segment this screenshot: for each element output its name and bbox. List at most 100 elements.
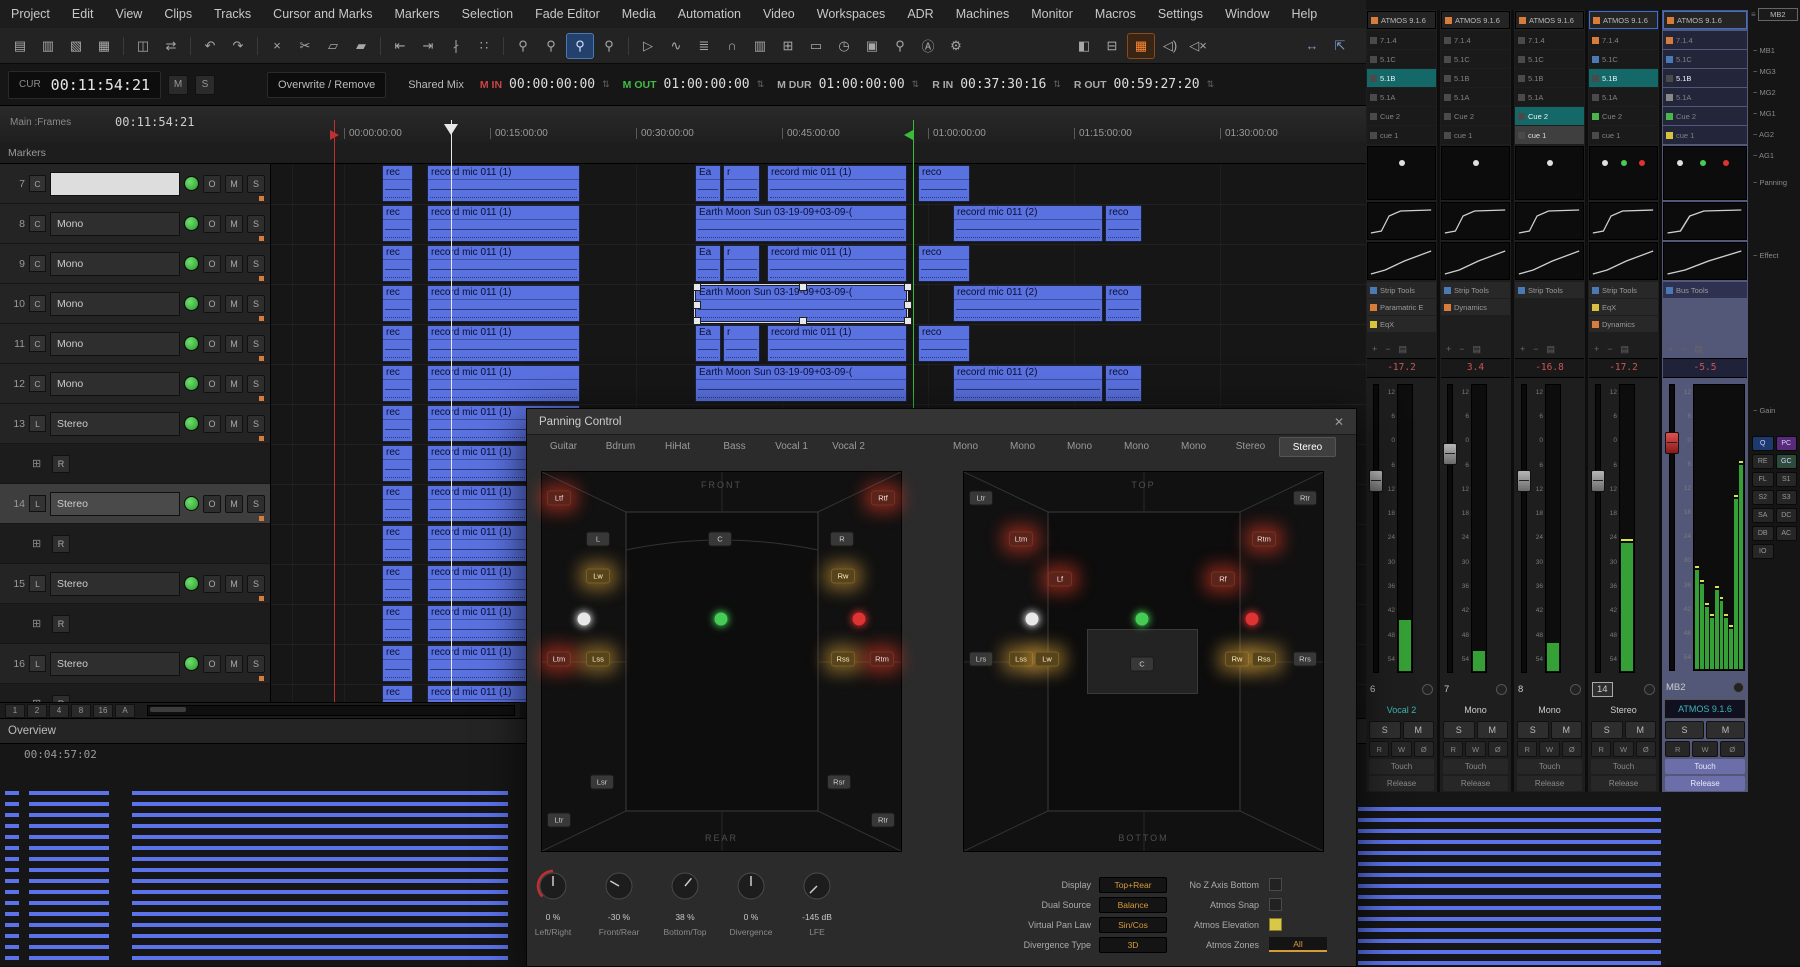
pan-thumbnail[interactable] xyxy=(1367,146,1436,200)
speaker-rw[interactable]: Rw xyxy=(831,569,855,584)
snapshot-icon[interactable]: ▣ xyxy=(859,34,885,58)
read-automation-button[interactable]: R xyxy=(52,615,70,633)
rail-button-io[interactable]: IO xyxy=(1752,544,1774,559)
strip-button-r[interactable]: R xyxy=(1517,741,1537,757)
audio-clip-r[interactable]: r xyxy=(723,245,760,282)
master-bus-label[interactable]: MB2 xyxy=(1758,8,1798,21)
pan-tab-vocal-1-4[interactable]: Vocal 1 xyxy=(763,437,820,457)
mute-button[interactable]: M xyxy=(225,655,243,673)
headphone-icon[interactable]: ∩ xyxy=(719,34,745,58)
knob-bottom-top[interactable]: 38 %Bottom/Top xyxy=(650,869,720,937)
menu-item-selection[interactable]: Selection xyxy=(451,7,524,21)
send-slot-cue-1[interactable]: cue 1 xyxy=(1663,126,1747,144)
eq-curve-thumbnail[interactable] xyxy=(1589,202,1658,240)
audio-clip-reco[interactable]: reco xyxy=(918,325,970,362)
knob-front-rear[interactable]: -30 %Front/Rear xyxy=(584,869,654,937)
send-slot-5-1c[interactable]: 5.1C xyxy=(1663,50,1747,68)
audio-clip-record-mic-011-1[interactable]: record mic 011 (1) xyxy=(427,165,580,202)
monitor-button[interactable]: O xyxy=(203,415,221,433)
track-name[interactable] xyxy=(50,172,180,196)
eq-curve-thumbnail[interactable] xyxy=(1663,202,1747,240)
rack-control-icon[interactable]: − xyxy=(1607,344,1612,354)
menu-item-machines[interactable]: Machines xyxy=(945,7,1021,21)
speaker-lf[interactable]: Lf xyxy=(1048,572,1072,587)
zoom-icon[interactable]: ⚲ xyxy=(510,34,536,58)
strip-button-w[interactable]: W xyxy=(1465,741,1485,757)
split-icon[interactable]: ∤ xyxy=(443,34,469,58)
mute-button[interactable]: M xyxy=(1625,721,1657,739)
expand-icon[interactable]: ⊞ xyxy=(32,537,46,550)
speaker-c[interactable]: C xyxy=(708,532,732,547)
mute-button[interactable]: M xyxy=(225,215,243,233)
clip-handle[interactable] xyxy=(693,283,701,291)
menu-item-help[interactable]: Help xyxy=(1281,7,1329,21)
track-name[interactable]: Mono xyxy=(50,212,180,236)
expand-icon[interactable]: ⊞ xyxy=(32,457,46,470)
field-value[interactable]: 01:00:00:00 xyxy=(664,77,750,92)
audio-clip-reco[interactable]: reco xyxy=(918,245,970,282)
audio-clip-record-mic-011-1[interactable]: record mic 011 (1) xyxy=(767,165,907,202)
pan-tab-stereo-12[interactable]: Stereo xyxy=(1279,437,1336,457)
rack-control-icon[interactable]: − xyxy=(1459,344,1464,354)
strip-button-w[interactable]: W xyxy=(1391,741,1411,757)
speaker-ltf[interactable]: Ltf xyxy=(547,491,571,506)
pan-source-ball[interactable] xyxy=(577,612,592,627)
pan-tab-bass-3[interactable]: Bass xyxy=(706,437,763,457)
solo-button[interactable]: S xyxy=(247,575,265,593)
read-automation-button[interactable]: R xyxy=(52,695,70,703)
speaker-ltr[interactable]: Ltr xyxy=(969,491,993,506)
window-layout-icon[interactable]: ◧ xyxy=(1071,34,1097,58)
group-icon[interactable]: ∷ xyxy=(471,34,497,58)
rack-control-icon[interactable]: + xyxy=(1594,344,1599,354)
mute-button[interactable]: M xyxy=(225,495,243,513)
clip-handle[interactable] xyxy=(904,301,912,309)
strip-button-item[interactable]: Ø xyxy=(1562,741,1582,757)
checkbox-atmos-snap[interactable] xyxy=(1269,898,1282,911)
menu-item-view[interactable]: View xyxy=(104,7,153,21)
channel-knob[interactable] xyxy=(1570,684,1581,695)
field-value[interactable]: 01:00:00:00 xyxy=(819,77,905,92)
send-slot-5-1a[interactable]: 5.1A xyxy=(1589,88,1658,106)
knob-dial[interactable] xyxy=(734,869,768,903)
send-slot-7-1-4[interactable]: 7.1.4 xyxy=(1663,31,1747,49)
mute-button[interactable]: M xyxy=(225,255,243,273)
track-name[interactable]: Mono xyxy=(50,372,180,396)
filter-curve-thumbnail[interactable] xyxy=(1441,242,1510,280)
rail-button-s3[interactable]: S3 xyxy=(1776,490,1798,505)
rail-button-db[interactable]: DB xyxy=(1752,526,1774,541)
mute-button[interactable]: M xyxy=(225,415,243,433)
speaker-rtm[interactable]: Rtm xyxy=(870,652,894,667)
solo-button[interactable]: S xyxy=(1665,721,1704,739)
fader-cap[interactable] xyxy=(1665,432,1679,454)
channel-name[interactable]: ATMOS 9.1.6 xyxy=(1664,699,1746,719)
trim-end-icon[interactable]: ⇥ xyxy=(415,34,441,58)
speaker-lw[interactable]: Lw xyxy=(1035,652,1059,667)
track-config-badge[interactable]: C xyxy=(29,295,46,312)
pan-source-ball[interactable] xyxy=(714,612,729,627)
track-name[interactable]: Mono xyxy=(50,292,180,316)
speaker-rw[interactable]: Rw xyxy=(1225,652,1249,667)
rack-section-mg1[interactable]: − MG1 xyxy=(1753,109,1776,118)
channel-knob[interactable] xyxy=(1644,684,1655,695)
redo-icon[interactable]: ↷ xyxy=(225,34,251,58)
filter-curve-thumbnail[interactable] xyxy=(1589,242,1658,280)
automation-release[interactable]: Release xyxy=(1369,776,1434,791)
pan-source-ball[interactable] xyxy=(1245,612,1260,627)
atmos-zones-all-button[interactable]: All xyxy=(1269,937,1327,952)
knob-dial[interactable] xyxy=(536,869,570,903)
spinner-icon[interactable]: ⇅ xyxy=(757,79,765,90)
pan-source-ball[interactable] xyxy=(1135,612,1150,627)
send-slot-5-1c[interactable]: 5.1C xyxy=(1441,50,1510,68)
strip-tool-strip-tools[interactable]: Strip Tools xyxy=(1367,282,1436,298)
speaker-ltm[interactable]: Ltm xyxy=(1009,532,1033,547)
rack-control-icon[interactable]: − xyxy=(1533,344,1538,354)
speaker-c[interactable]: C xyxy=(1130,657,1154,672)
audio-clip-rec[interactable]: rec xyxy=(382,485,413,522)
output-routing[interactable]: ATMOS 9.1.6 xyxy=(1367,11,1436,29)
output-routing[interactable]: ATMOS 9.1.6 xyxy=(1663,11,1747,29)
monitor-button[interactable]: O xyxy=(203,375,221,393)
fader-cap[interactable] xyxy=(1517,470,1531,492)
rack-control-icon[interactable]: ▤ xyxy=(1621,344,1630,355)
strip-tool-strip-tools[interactable]: Strip Tools xyxy=(1515,282,1584,298)
fader[interactable] xyxy=(1517,384,1529,673)
